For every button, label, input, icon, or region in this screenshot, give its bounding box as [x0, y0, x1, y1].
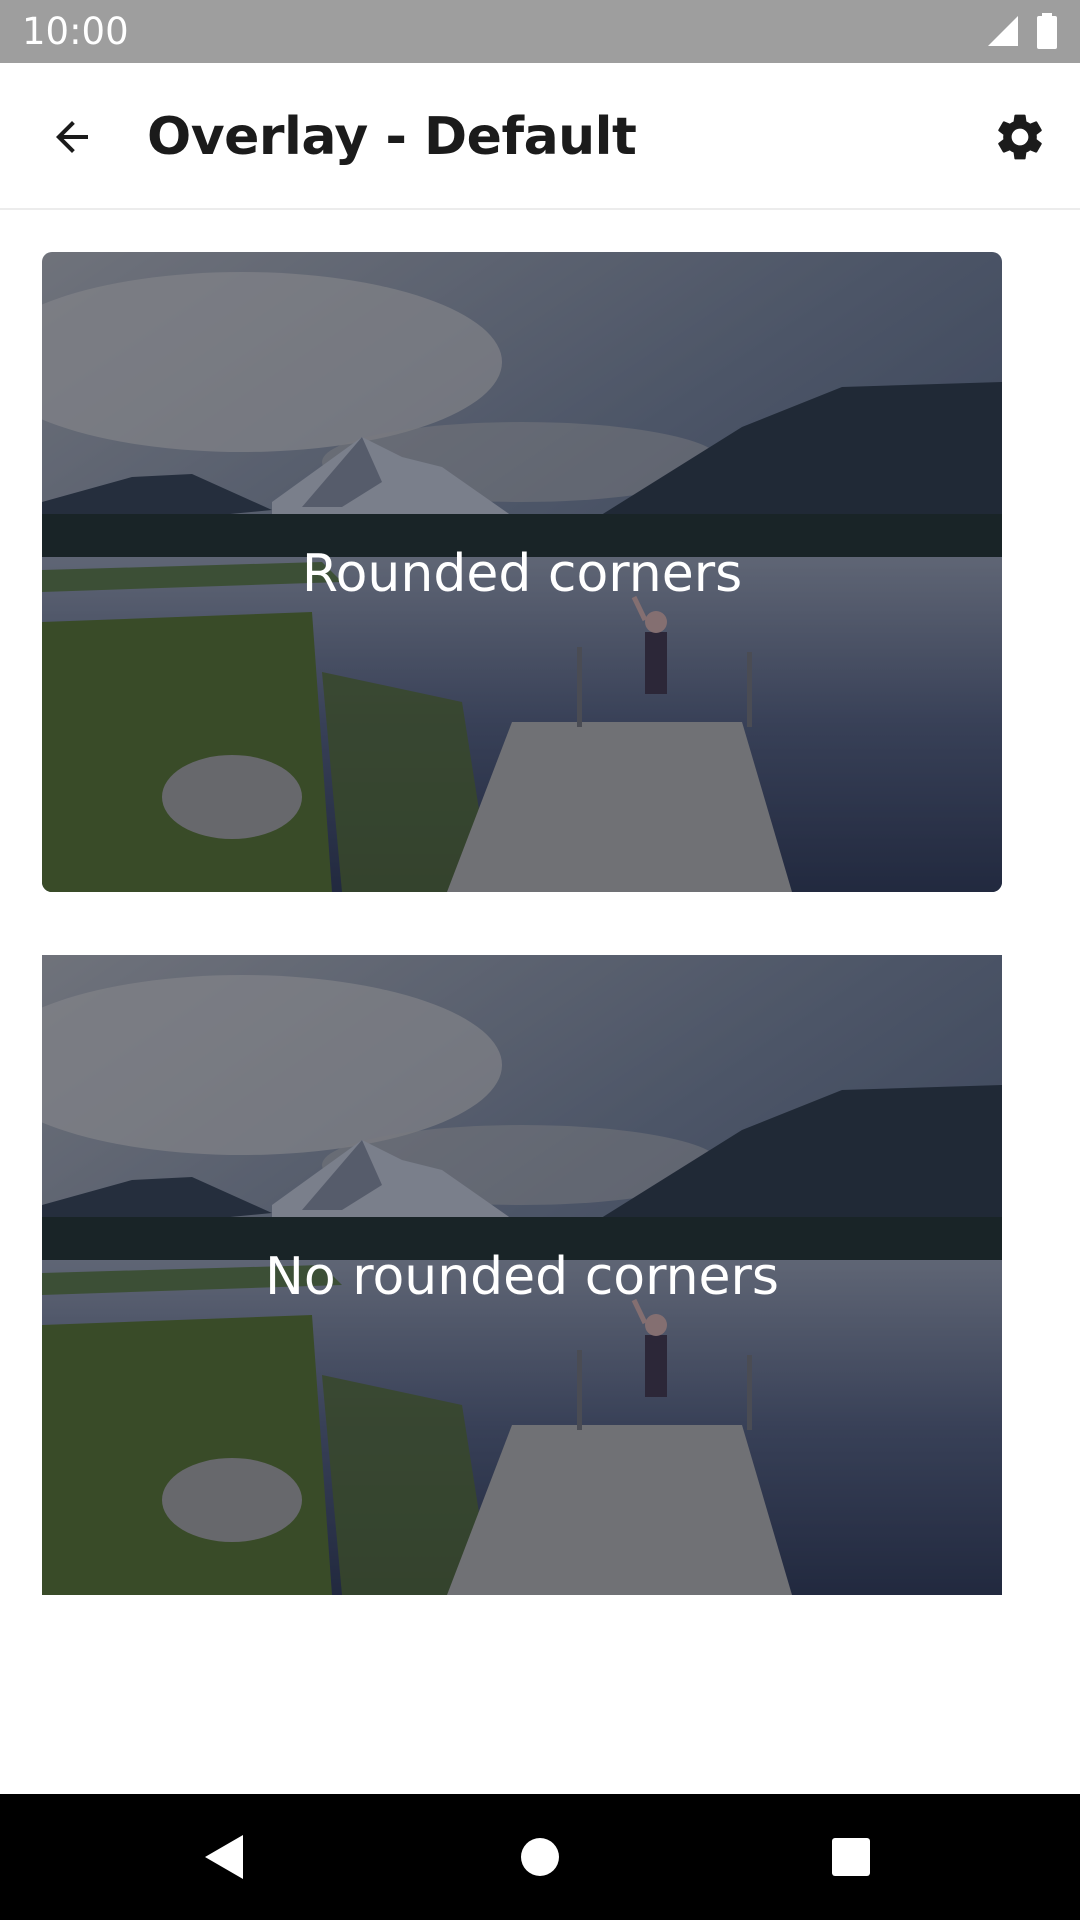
recents-square-icon	[832, 1838, 870, 1876]
settings-button[interactable]	[984, 101, 1056, 173]
status-icons	[986, 13, 1058, 49]
overlay-card-square[interactable]: No rounded corners	[42, 955, 1002, 1595]
status-time: 10:00	[22, 10, 129, 53]
overlay-card-rounded[interactable]: Rounded corners	[42, 252, 1002, 892]
status-bar: 10:00	[0, 0, 1080, 63]
overlay-label: Rounded corners	[301, 544, 743, 604]
system-nav-bar	[0, 1794, 1080, 1920]
back-triangle-icon	[205, 1835, 243, 1879]
home-circle-icon	[521, 1838, 559, 1876]
nav-home-button[interactable]	[505, 1822, 575, 1892]
nav-back-button[interactable]	[190, 1822, 260, 1892]
nav-recents-button[interactable]	[816, 1822, 886, 1892]
page-title: Overlay - Default	[147, 107, 637, 167]
gear-icon	[998, 114, 1042, 160]
app-bar: Overlay - Default	[0, 63, 1080, 210]
back-button[interactable]	[36, 101, 108, 173]
arrow-back-icon	[56, 121, 88, 153]
battery-icon	[1037, 13, 1057, 49]
overlay-label: No rounded corners	[264, 1247, 780, 1307]
signal-icon	[988, 16, 1018, 46]
